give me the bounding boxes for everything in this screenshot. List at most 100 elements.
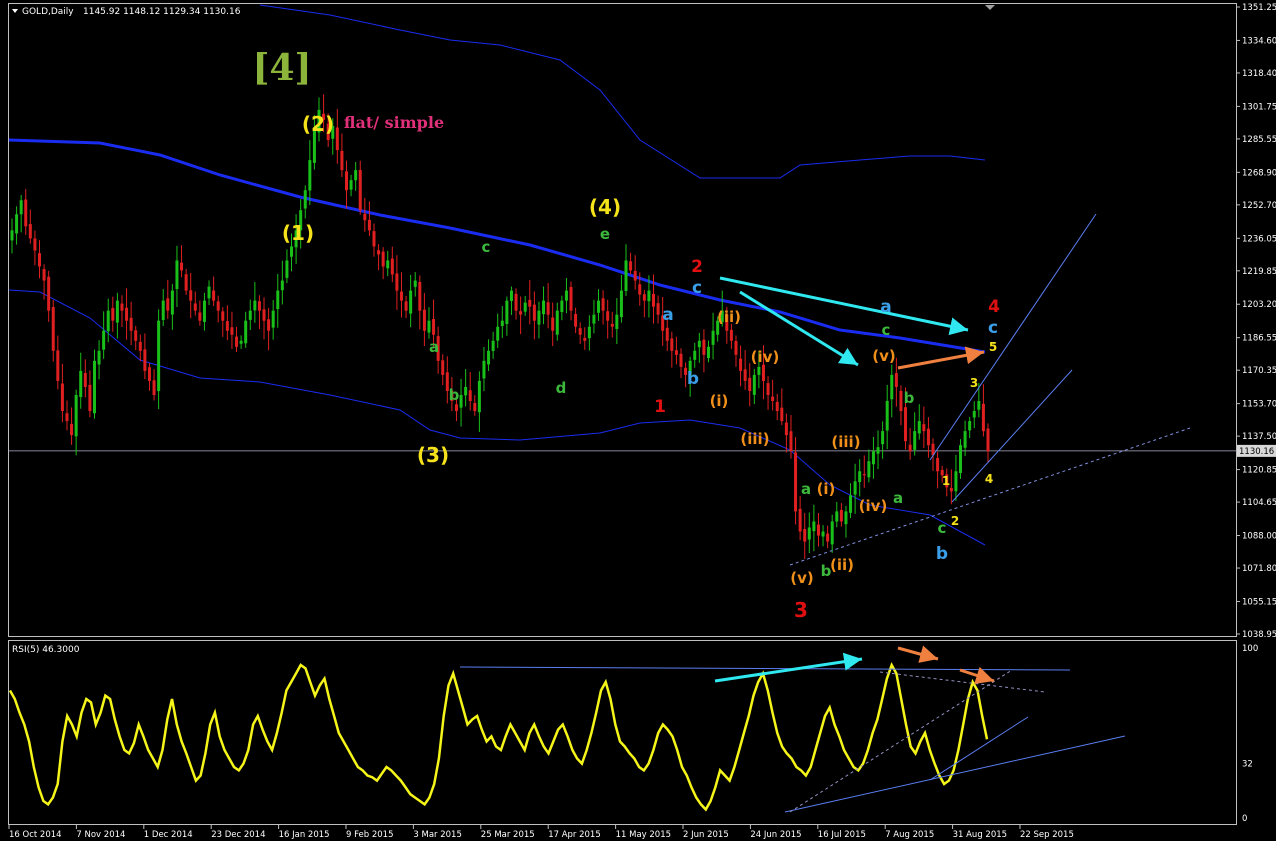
candle-body	[583, 337, 587, 341]
candle-body	[509, 290, 513, 301]
candle-body	[894, 373, 898, 387]
candle-body	[65, 413, 69, 422]
candle-body	[262, 309, 266, 321]
candle-body	[592, 314, 596, 324]
candle-body	[97, 350, 101, 365]
wave-label: 3	[970, 376, 978, 390]
price-axis-label: 1153.70	[1242, 400, 1276, 410]
trading-chart[interactable]: GOLD,Daily 1145.92 1148.12 1129.34 1130.…	[0, 0, 1276, 841]
time-axis-label: 16 Jan 2015	[279, 830, 330, 840]
candle-body	[652, 293, 656, 307]
candle-body	[638, 284, 642, 295]
candle-body	[120, 303, 124, 311]
rsi-channel-line	[929, 716, 1029, 781]
symbol-dropdown-icon[interactable]	[12, 9, 18, 13]
price-axis-label: 1038.95	[1242, 630, 1276, 640]
candle-body	[826, 533, 830, 542]
candle-body	[15, 214, 19, 234]
candle-body	[386, 260, 390, 269]
candle-body	[473, 403, 477, 412]
candle-body	[37, 253, 41, 267]
candle-body	[812, 521, 816, 532]
candle-body	[271, 310, 275, 328]
wave-label: a	[429, 338, 439, 356]
candle-body	[459, 394, 463, 408]
candle-body	[867, 461, 871, 478]
candle-body	[876, 447, 880, 454]
candle-body	[821, 531, 825, 537]
candle-body	[862, 474, 866, 476]
candle-body	[390, 258, 394, 275]
candle-body	[729, 329, 733, 341]
candle-body	[702, 339, 706, 355]
scroll-marker-icon[interactable]	[985, 5, 995, 10]
candle-body	[335, 127, 339, 151]
time-axis-label: 7 Nov 2014	[76, 830, 125, 840]
price-axis-label: 1268.90	[1242, 168, 1276, 178]
candle-body	[739, 358, 743, 371]
candle-body	[138, 341, 142, 351]
price-axis-label: 1088.00	[1242, 532, 1276, 542]
price-axis-label: 1071.80	[1242, 564, 1276, 574]
candle-body	[954, 471, 958, 492]
candle-body	[372, 231, 376, 247]
candle-body	[395, 273, 399, 291]
wave-label: d	[556, 379, 567, 397]
time-axis-label: 11 May 2015	[616, 830, 671, 840]
candle-body	[807, 527, 811, 540]
candle-body	[468, 390, 472, 402]
wave-label: (3)	[417, 443, 449, 467]
candle-body	[290, 246, 294, 257]
candle-body	[890, 374, 894, 400]
wave-label: b	[936, 544, 948, 564]
candle-body	[42, 269, 46, 281]
candle-body	[871, 451, 875, 465]
candle-body	[748, 377, 752, 391]
candle-body	[51, 307, 55, 351]
candle-body	[752, 374, 756, 395]
price-axis-label: 1203.20	[1242, 300, 1276, 310]
candle-body	[798, 508, 802, 532]
candle-body	[143, 349, 147, 371]
candle-body	[913, 431, 917, 450]
candle-body	[404, 301, 408, 311]
candle-body	[569, 287, 573, 311]
candle-body	[757, 366, 761, 375]
candle-body	[926, 428, 930, 446]
price-axis-label: 1055.15	[1242, 597, 1276, 607]
candle-body	[202, 300, 206, 322]
candle-body	[542, 300, 546, 315]
candle-body	[354, 170, 358, 181]
candle-body	[477, 380, 481, 413]
candle-body	[157, 320, 161, 392]
candle-body	[849, 495, 853, 513]
wave-label: (ii)	[717, 308, 741, 326]
candle-body	[532, 304, 536, 321]
candle-body	[505, 300, 509, 324]
candle-body	[706, 346, 710, 359]
candle-body	[358, 170, 362, 211]
wave-label: (1)	[282, 221, 314, 245]
candle-body	[537, 310, 541, 325]
candle-body	[230, 327, 234, 335]
wave-label: 3	[794, 598, 808, 622]
symbol-label: GOLD,Daily	[22, 7, 74, 17]
candle-body	[578, 328, 582, 335]
candle-body	[212, 290, 216, 301]
wave-label: b	[904, 389, 915, 407]
candle-body	[115, 300, 119, 323]
wave-label: b	[449, 386, 460, 404]
candle-body	[349, 180, 353, 190]
candle-body	[166, 298, 170, 311]
wave-label: (ii)	[830, 556, 854, 574]
candle-body	[601, 298, 605, 311]
price-axis-label: 1170.35	[1242, 366, 1276, 376]
candle-body	[647, 290, 651, 302]
candle-body	[28, 224, 32, 239]
candle-body	[303, 190, 307, 209]
candle-body	[225, 321, 229, 331]
price-axis-label: 1236.05	[1242, 234, 1276, 244]
wave-label: a	[801, 480, 811, 498]
candle-body	[235, 336, 239, 347]
wave-label: [4]	[252, 47, 311, 89]
